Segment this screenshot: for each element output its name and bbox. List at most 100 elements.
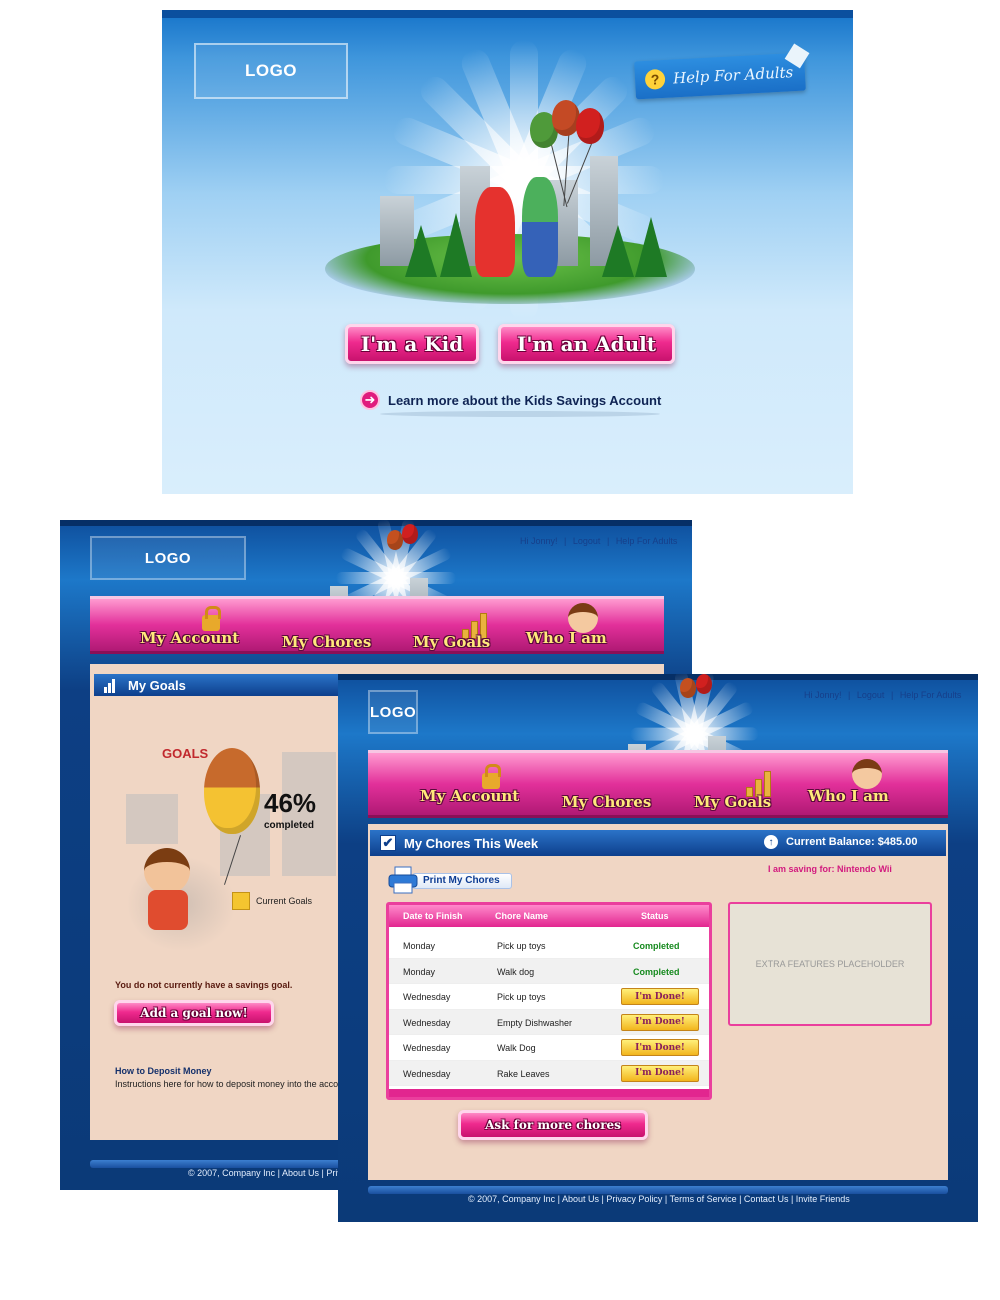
arrow-circle-icon: ➜ [360,390,380,410]
im-done-button[interactable]: I'm Done! [621,1013,699,1031]
legend-label: Current Goals [256,896,313,906]
im-an-adult-button[interactable]: I'm an Adult [498,324,675,364]
empty-goal-slot [126,794,178,844]
learn-more-label: Learn more about the Kids Savings Accoun… [388,392,662,408]
status-completed: Completed [633,966,680,977]
sun-rays [336,520,456,638]
nav-who-i-am[interactable]: Who I am [526,629,607,647]
help-for-adults-link[interactable]: Help For Adults [616,536,678,546]
balloon [696,674,712,694]
table-row: Wednesday Pick up toys I'm Done! [389,984,709,1010]
legend-swatch [232,892,250,910]
logo[interactable]: LOGO [90,536,246,580]
row-chore: Walk dog [497,966,535,977]
separator: | [890,690,894,700]
main-nav: My Account My Chores My Goals Who I am [368,750,948,818]
balance-arrow-icon: ↑ [764,835,778,849]
boy-character-head [144,848,190,894]
hero-illustration [290,39,730,320]
my-chores-screen: LOGO Hi Jonny! | Logout | Help For Adult… [338,674,978,1222]
row-date: Monday [403,966,436,977]
balloon [680,678,696,698]
im-done-button[interactable]: I'm Done! [621,1039,699,1056]
col-status: Status [641,911,669,921]
add-goal-button[interactable]: Add a goal now! [114,1000,274,1026]
link-shadow [380,411,660,417]
tree [635,216,667,277]
row-date: Wednesday [403,1043,451,1053]
nav-my-goals[interactable]: My Goals [413,633,490,651]
row-chore: Empty Dishwasher [497,1017,573,1028]
row-date: Wednesday [403,1017,451,1028]
table-row: Wednesday Empty Dishwasher I'm Done! [389,1009,709,1035]
table-row: Monday Walk dog Completed [389,958,709,984]
table-footer [389,1089,709,1097]
landing-screen: LOGO ? Help For Adults I'm a Kid I'm an … [162,10,853,494]
tree [602,224,634,277]
print-chores-button[interactable]: Print My Chores [388,866,512,894]
status-completed: Completed [633,941,680,951]
boy-character [522,176,558,277]
separator: | [606,536,610,546]
chores-table: Date to Finish Chore Name Status Monday … [386,902,712,1100]
deposit-title: How to Deposit Money [115,1066,212,1076]
row-chore: Walk Dog [497,1043,536,1053]
logout-link[interactable]: Logout [857,690,885,700]
section-title: My Chores This Week [404,835,539,851]
nav-my-chores[interactable]: My Chores [562,793,651,811]
footer-links[interactable]: © 2007, Company Inc | About Us | Privacy… [468,1194,850,1204]
logo[interactable]: LOGO [368,690,419,734]
printer-icon [388,866,418,894]
nav-my-chores[interactable]: My Chores [282,633,371,651]
logout-link[interactable]: Logout [573,536,601,546]
nav-who-i-am[interactable]: Who I am [808,787,889,805]
deposit-text: Instructions here for how to deposit mon… [115,1079,344,1089]
checkbox-icon: ✔ [380,835,396,851]
ask-more-chores-button[interactable]: Ask for more chores [458,1110,648,1140]
balloon [576,108,604,144]
im-done-button[interactable]: I'm Done! [621,988,699,1005]
im-a-kid-button[interactable]: I'm a Kid [345,324,479,364]
balloon [387,530,403,550]
sun-rays [384,39,664,320]
row-chore: Pick up toys [497,992,546,1002]
table-row: Monday Pick up toys Completed [389,933,709,959]
tree [440,212,472,277]
separator: | [848,690,851,700]
no-goal-text: You do not currently have a savings goal… [115,980,293,990]
boy-character-body [148,890,188,930]
row-chore: Rake Leaves [497,1068,550,1079]
table-row: Wednesday Walk Dog I'm Done! [389,1035,709,1061]
footer-links[interactable]: © 2007, Company Inc | About Us | Priv [188,1168,342,1178]
greeting-text: Hi Jonny! [520,536,558,546]
bar-chart-icon [104,677,120,693]
col-date: Date to Finish [403,911,463,921]
row-date: Wednesday [403,992,451,1002]
learn-more-link[interactable]: ➜ Learn more about the Kids Savings Acco… [360,386,664,417]
table-header: Date to Finish Chore Name Status [389,905,709,927]
table-body: Monday Pick up toys Completed Monday Wal… [389,933,709,1086]
col-chore: Chore Name [495,911,549,921]
balloon [402,524,418,544]
section-header: ✔ My Chores This Week ↑ Current Balance:… [370,830,946,856]
percent-complete: 46% [264,788,317,818]
im-done-button[interactable]: I'm Done! [621,1064,699,1082]
row-chore: Pick up toys [497,941,546,951]
progress-balloon [204,748,260,834]
help-for-adults-link[interactable]: Help For Adults [900,690,962,700]
nav-my-account[interactable]: My Account [140,629,239,647]
current-balance: Current Balance: $485.00 [786,836,918,848]
bottom-band [368,1186,948,1194]
main-nav: My Account My Chores My Goals Who I am [90,596,664,654]
nav-my-goals[interactable]: My Goals [694,793,771,811]
separator: | [564,536,567,546]
extra-features-placeholder: EXTRA FEATURES PLACEHOLDER [728,902,932,1026]
row-date: Monday [403,941,436,951]
saving-for-text: I am saving for: Nintendo Wii [768,864,892,874]
print-chores-label: Print My Chores [412,873,512,889]
user-links: Hi Jonny! | Logout | Help For Adults [802,690,963,700]
greeting-text: Hi Jonny! [804,690,842,700]
nav-my-account[interactable]: My Account [420,787,519,805]
top-band [162,10,853,18]
user-links: Hi Jonny! | Logout | Help For Adults [518,536,679,546]
